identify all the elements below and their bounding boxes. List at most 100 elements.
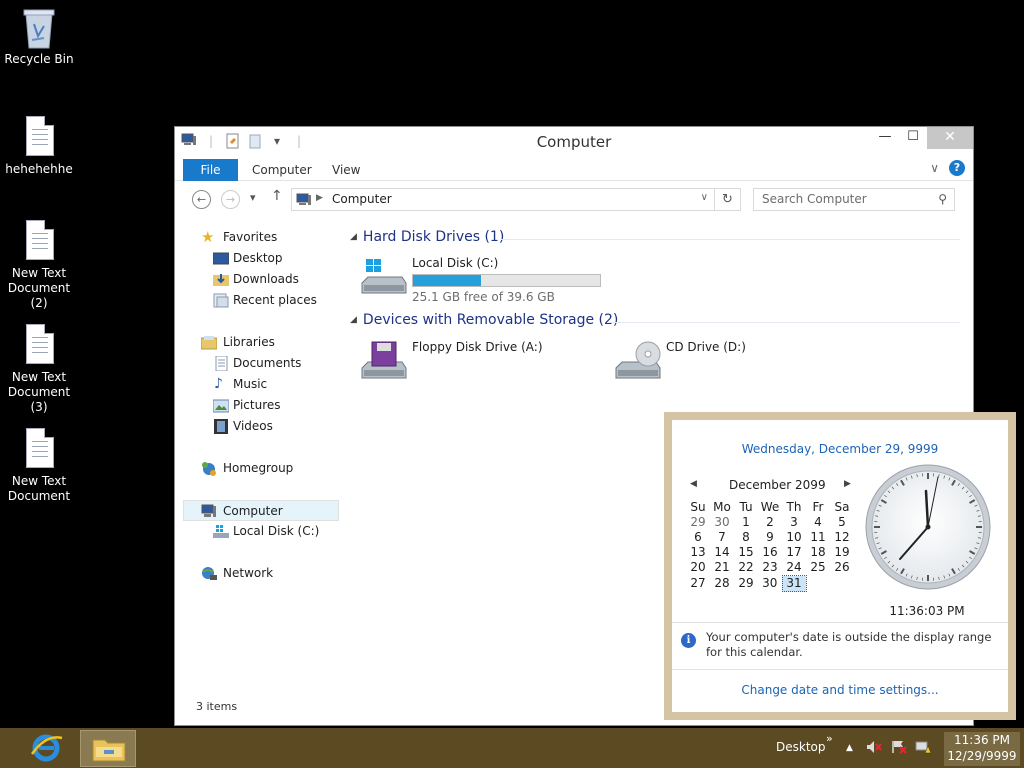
analog-clock xyxy=(865,464,991,590)
desktop-icon-new-text-document[interactable]: New Text Document xyxy=(0,428,78,504)
desktop-icon xyxy=(213,252,229,265)
calendar-day[interactable]: 9 xyxy=(758,530,782,545)
nav-item-music[interactable]: ♪ Music xyxy=(183,374,339,395)
calendar-day[interactable]: 5 xyxy=(830,515,854,530)
calendar-day[interactable]: 19 xyxy=(830,545,854,560)
calendar-day[interactable]: 27 xyxy=(686,576,710,592)
calendar-day[interactable]: 20 xyxy=(686,560,710,576)
nav-item-videos[interactable]: Videos xyxy=(183,416,339,437)
weekday-header: Th xyxy=(786,500,802,514)
nav-item-favorites[interactable]: ★ Favorites xyxy=(183,227,339,248)
tab-computer[interactable]: Computer xyxy=(252,159,312,181)
taskbar: Desktop » ▲ 11:36 PM 12/29/9999 xyxy=(0,728,1024,768)
calendar-day[interactable]: 16 xyxy=(758,545,782,560)
calendar-day[interactable]: 26 xyxy=(830,560,854,576)
calendar-day[interactable]: 3 xyxy=(782,515,806,530)
nav-item-desktop[interactable]: Desktop xyxy=(183,248,339,269)
nav-item-computer[interactable]: Computer xyxy=(183,500,339,521)
calendar-day[interactable]: 2 xyxy=(758,515,782,530)
tab-view[interactable]: View xyxy=(332,159,360,181)
toolbar-chevron-icon[interactable]: » xyxy=(826,732,833,745)
calendar-day[interactable]: 30 xyxy=(710,515,734,530)
help-icon[interactable]: ? xyxy=(949,160,965,176)
expand-ribbon-icon[interactable]: ∨ xyxy=(930,161,939,175)
title-bar[interactable]: | ▾ | Computer — ☐ ✕ xyxy=(175,127,973,157)
desktop-icon-new-text-document-3[interactable]: New Text Document (3) xyxy=(0,324,78,415)
taskbar-clock[interactable]: 11:36 PM 12/29/9999 xyxy=(944,732,1020,766)
address-bar[interactable]: ▶ Computer ∨ ↻ xyxy=(291,188,741,211)
collapse-triangle-icon[interactable]: ◢ xyxy=(350,232,357,242)
calendar-month-label[interactable]: December 2099 xyxy=(729,478,826,492)
internet-explorer-button[interactable] xyxy=(18,730,74,767)
collapse-triangle-icon[interactable]: ◢ xyxy=(350,315,357,325)
calendar-day[interactable]: 29 xyxy=(734,576,758,592)
nav-label: Computer xyxy=(223,504,283,518)
nav-item-recent-places[interactable]: Recent places xyxy=(183,290,339,311)
calendar-day[interactable]: 21 xyxy=(710,560,734,576)
weekday-header: Tu xyxy=(739,500,753,514)
nav-item-documents[interactable]: Documents xyxy=(183,353,339,374)
calendar-day[interactable]: 14 xyxy=(710,545,734,560)
calendar-day[interactable]: 12 xyxy=(830,530,854,545)
desktop-icon-new-text-document-2[interactable]: New Text Document (2) xyxy=(0,220,78,311)
long-date-link[interactable]: Wednesday, December 29, 9999 xyxy=(672,442,1008,456)
nav-label: Documents xyxy=(233,356,302,370)
group-header-removable-storage[interactable]: ◢ Devices with Removable Storage (2) xyxy=(350,312,618,328)
calendar-day[interactable]: 28 xyxy=(710,576,734,592)
calendar-day[interactable]: 24 xyxy=(782,560,806,576)
calendar-day[interactable]: 23 xyxy=(758,560,782,576)
tab-file[interactable]: File xyxy=(183,159,238,181)
taskbar-time: 11:36 PM xyxy=(954,733,1010,747)
refresh-button[interactable]: ↻ xyxy=(714,189,740,210)
nav-item-pictures[interactable]: Pictures xyxy=(183,395,339,416)
calendar-day[interactable]: 4 xyxy=(806,515,830,530)
calendar-day[interactable]: 18 xyxy=(806,545,830,560)
show-hidden-icons-button[interactable]: ▲ xyxy=(846,743,853,753)
volume-muted-icon[interactable] xyxy=(866,740,882,757)
calendar-day[interactable]: 7 xyxy=(710,530,734,545)
calendar-day[interactable]: 10 xyxy=(782,530,806,545)
forward-button[interactable]: → xyxy=(221,190,240,209)
up-arrow-icon[interactable]: ↑ xyxy=(271,188,283,204)
nav-item-network[interactable]: Network xyxy=(183,563,339,584)
maximize-button[interactable]: ☐ xyxy=(899,127,927,149)
breadcrumb-arrow-icon[interactable]: ▶ xyxy=(316,193,323,203)
calendar-day[interactable]: 13 xyxy=(686,545,710,560)
search-input[interactable]: Search Computer ⚲ xyxy=(753,188,955,211)
calendar-day[interactable]: 8 xyxy=(734,530,758,545)
desktop-icon-hehehehhe[interactable]: hehehehhe xyxy=(0,116,78,177)
action-center-flag-icon[interactable] xyxy=(891,740,907,757)
nav-item-downloads[interactable]: Downloads xyxy=(183,269,339,290)
nav-item-homegroup[interactable]: Homegroup xyxy=(183,458,339,479)
calendar-day[interactable]: 15 xyxy=(734,545,758,560)
chevron-down-icon[interactable]: ∨ xyxy=(701,192,708,203)
network-warning-icon[interactable] xyxy=(915,740,932,757)
change-date-time-settings-link[interactable]: Change date and time settings... xyxy=(672,683,1008,697)
next-month-button[interactable]: ▶ xyxy=(844,479,851,489)
calendar-day[interactable]: 11 xyxy=(806,530,830,545)
recent-locations-icon[interactable]: ▾ xyxy=(250,191,256,204)
close-button[interactable]: ✕ xyxy=(927,127,973,149)
back-button[interactable]: ← xyxy=(192,190,211,209)
previous-month-button[interactable]: ◀ xyxy=(690,479,697,489)
calendar-day[interactable]: 31 xyxy=(781,575,807,592)
nav-item-libraries[interactable]: Libraries xyxy=(183,332,339,353)
calendar-day[interactable]: 30 xyxy=(758,576,782,592)
calendar-day[interactable]: 22 xyxy=(734,560,758,576)
calendar-day[interactable]: 6 xyxy=(686,530,710,545)
calendar-day[interactable]: 1 xyxy=(734,515,758,530)
desktop-toolbar-label[interactable]: Desktop xyxy=(776,740,826,754)
recycle-bin-icon xyxy=(22,6,56,49)
group-header-hard-disk-drives[interactable]: ◢ Hard Disk Drives (1) xyxy=(350,229,504,245)
file-explorer-button[interactable] xyxy=(80,730,136,767)
desktop-icon-label: New Text Document xyxy=(7,474,71,503)
nav-label: Videos xyxy=(233,419,273,433)
calendar-day[interactable]: 17 xyxy=(782,545,806,560)
desktop-icon-recycle-bin[interactable]: Recycle Bin xyxy=(0,6,78,67)
calendar-day[interactable]: 29 xyxy=(686,515,710,530)
minimize-button[interactable]: — xyxy=(871,127,899,149)
calendar-day[interactable]: 25 xyxy=(806,560,830,576)
search-icon[interactable]: ⚲ xyxy=(938,192,947,206)
calendar-day xyxy=(830,576,854,592)
nav-item-local-disk[interactable]: Local Disk (C:) xyxy=(183,521,339,542)
